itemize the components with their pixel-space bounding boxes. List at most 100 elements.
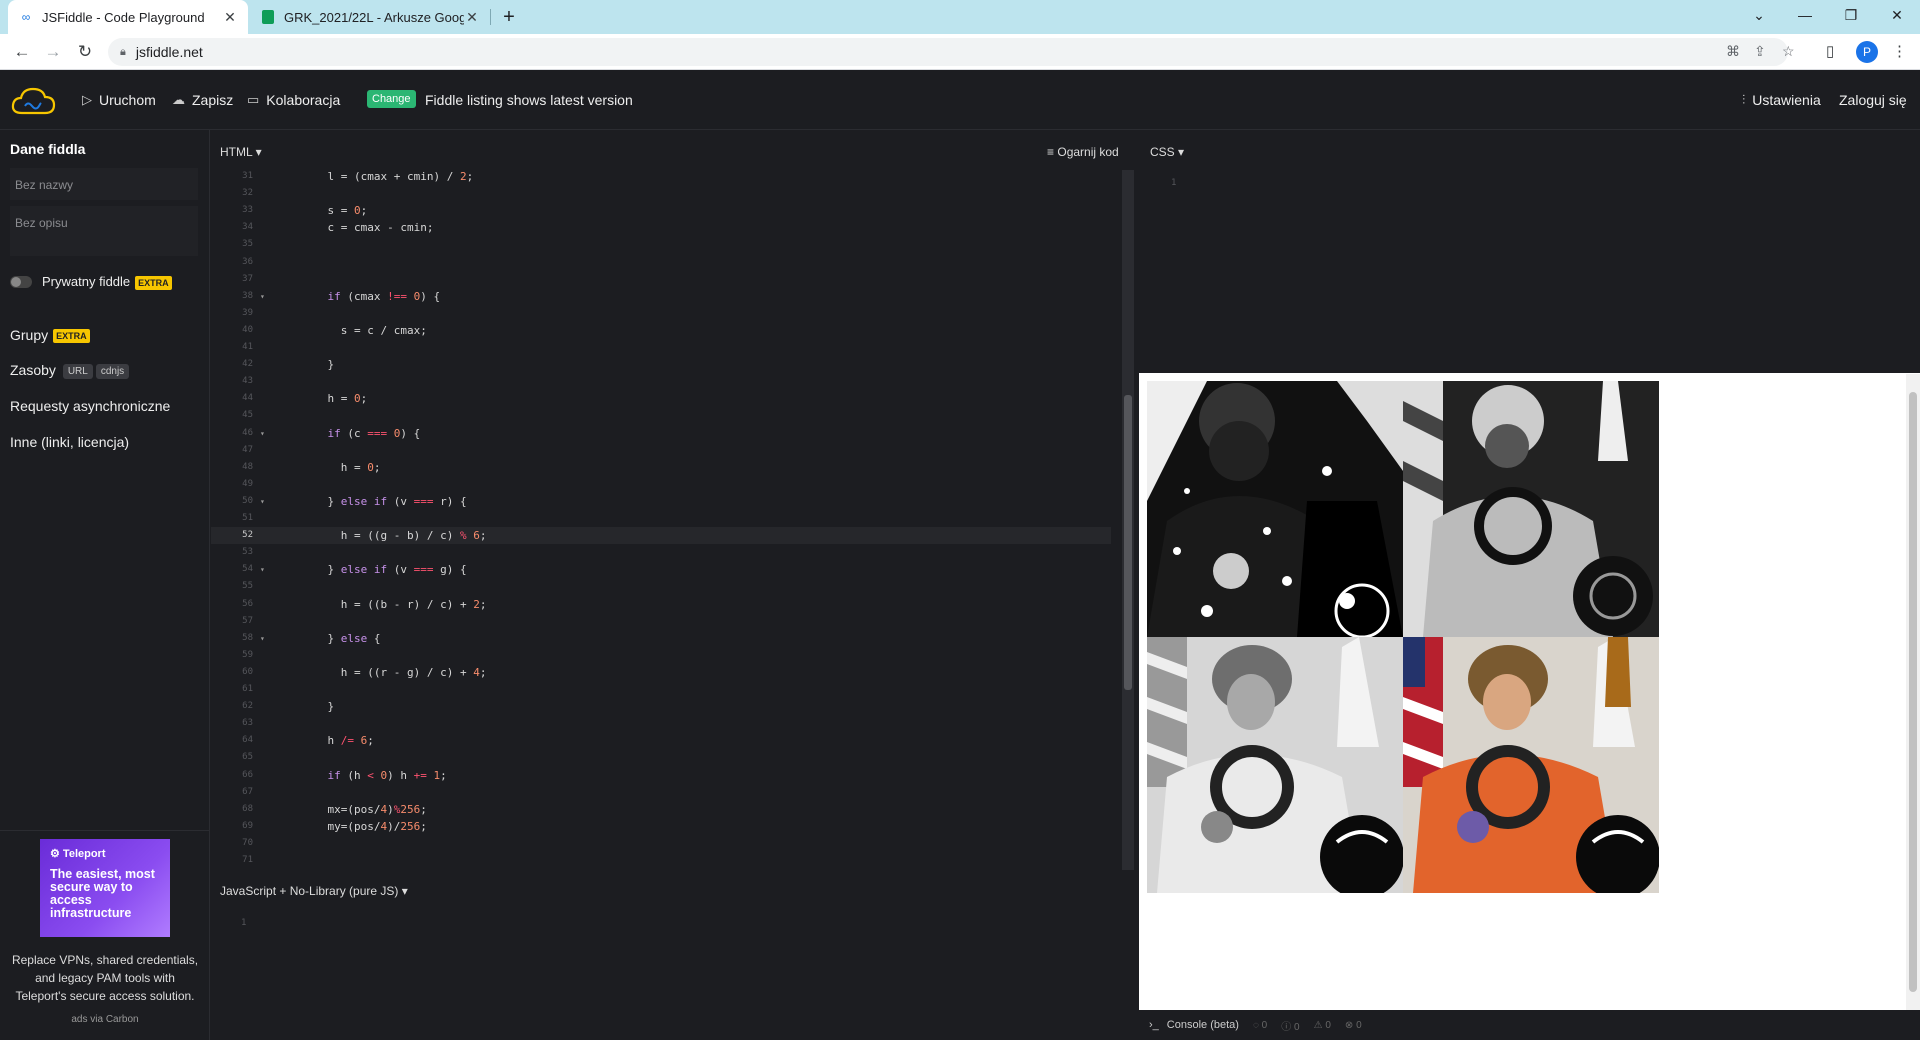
code-line[interactable]: 46 ▾ if (c === 0) {	[211, 425, 1111, 442]
fold-icon[interactable]: ▾	[260, 630, 265, 647]
code-line[interactable]: 61	[211, 681, 1111, 698]
code-line[interactable]: 60 h = ((r - g) / c) + 4;	[211, 664, 1111, 681]
code-line[interactable]: 33 s = 0;	[211, 202, 1111, 219]
code-line[interactable]: 51	[211, 510, 1111, 527]
console-bar[interactable]: ›_ Console (beta) ◌ 0 ⓘ 0 ⚠ 0 ⊗ 0	[1139, 1010, 1920, 1040]
code-line[interactable]: 63	[211, 715, 1111, 732]
code-line[interactable]: 52 h = ((g - b) / c) % 6;	[211, 527, 1111, 545]
code-line[interactable]: 42 }	[211, 356, 1111, 373]
scrollbar-thumb[interactable]	[1909, 392, 1917, 992]
reload-icon[interactable]: ↻	[73, 40, 97, 64]
code-line[interactable]: 49	[211, 476, 1111, 493]
url-tag[interactable]: URL	[62, 363, 93, 379]
groups-label: Grupy	[10, 327, 49, 343]
star-icon[interactable]: ☆	[1782, 43, 1795, 60]
code-line[interactable]: 66 if (h < 0) h += 1;	[211, 767, 1111, 784]
fiddle-description-input[interactable]: Bez opisu	[10, 206, 198, 256]
html-editor[interactable]: 31 l = (cmax + cmin) / 2; 32 33 s = 0; 34 c…	[211, 168, 1122, 870]
code-line[interactable]: 58 ▾ } else {	[211, 630, 1111, 647]
editor-scrollbar[interactable]	[1122, 170, 1134, 870]
code-line[interactable]: 35	[211, 236, 1111, 253]
code-line[interactable]: 38 ▾ if (cmax !== 0) {	[211, 288, 1111, 305]
close-icon[interactable]: ✕	[222, 9, 238, 26]
fold-icon[interactable]: ▾	[260, 425, 265, 442]
code-line[interactable]: 44 h = 0;	[211, 390, 1111, 407]
fold-icon[interactable]: ▾	[260, 561, 265, 578]
html-pane-selector[interactable]: HTML ▾	[220, 145, 262, 159]
sidebar-item-other[interactable]: Inne (linki, licencja)	[10, 434, 129, 450]
back-icon[interactable]: ←	[10, 40, 34, 64]
code-line[interactable]: 57	[211, 613, 1111, 630]
forward-icon[interactable]: →	[41, 40, 65, 64]
css-pane-selector[interactable]: CSS ▾	[1150, 145, 1184, 159]
address-bar[interactable]: 🔒︎ jsfiddle.net ⌘ ⇪ ☆	[108, 38, 1795, 66]
code-line[interactable]: 36	[211, 254, 1111, 271]
ad-body[interactable]: Replace VPNs, shared credentials, and le…	[10, 951, 200, 1005]
save-button[interactable]: ☁ Zapisz	[172, 92, 233, 108]
code-line[interactable]: 37	[211, 271, 1111, 288]
restore-button[interactable]: ❐	[1828, 0, 1874, 30]
carbon-ad[interactable]: ⚙ Teleport The easiest, most secure way …	[0, 830, 210, 1040]
cdnjs-tag[interactable]: cdnjs	[95, 363, 130, 379]
tidy-button[interactable]: ≡ Ogarnij kod	[1047, 145, 1119, 159]
new-tab-button[interactable]: +	[496, 4, 522, 30]
ad-image[interactable]: ⚙ Teleport The easiest, most secure way …	[40, 839, 170, 937]
code-line[interactable]: 39	[211, 305, 1111, 322]
scrollbar-thumb[interactable]	[1124, 395, 1132, 690]
login-button[interactable]: Zaloguj się	[1839, 92, 1907, 108]
code-line[interactable]: 45	[211, 407, 1111, 424]
code-line[interactable]: 71	[211, 852, 1111, 869]
jsfiddle-logo[interactable]	[10, 85, 56, 117]
fiddle-name-input[interactable]: Bez nazwy	[10, 168, 198, 200]
sidebar-item-resources[interactable]: Zasoby URL cdnjs	[10, 362, 130, 379]
menu-dots-icon[interactable]: ⋮	[1892, 42, 1907, 60]
js-pane-selector[interactable]: JavaScript + No-Library (pure JS) ▾	[220, 884, 408, 898]
js-editor[interactable]: 1	[211, 910, 1131, 1040]
code-line[interactable]: 31 l = (cmax + cmin) / 2;	[211, 168, 1111, 185]
tab-sheets[interactable]: GRK_2021/22L - Arkusze Google ✕	[250, 0, 490, 34]
settings-button[interactable]: ⫶ Ustawienia	[1742, 92, 1821, 108]
fold-icon[interactable]: ▾	[260, 493, 265, 510]
code-line[interactable]: 34 c = cmax - cmin;	[211, 219, 1111, 236]
code-line[interactable]: 67	[211, 784, 1111, 801]
profile-avatar[interactable]: P	[1856, 41, 1878, 63]
share-icon[interactable]: ⇪	[1754, 43, 1766, 60]
change-badge[interactable]: Change	[367, 90, 416, 108]
collaborate-button[interactable]: ▭ Kolaboracja	[247, 92, 340, 108]
close-window-button[interactable]: ✕	[1874, 0, 1920, 30]
result-scrollbar[interactable]	[1906, 374, 1920, 1010]
sidebar-item-async[interactable]: Requesty asynchroniczne	[10, 398, 170, 414]
code-line[interactable]: 65	[211, 749, 1111, 766]
code-line[interactable]: 54 ▾ } else if (v === g) {	[211, 561, 1111, 578]
code-line[interactable]: 43	[211, 373, 1111, 390]
private-toggle[interactable]	[10, 276, 32, 288]
code-line[interactable]: 50 ▾ } else if (v === r) {	[211, 493, 1111, 510]
close-icon[interactable]: ✕	[464, 9, 480, 26]
code-line[interactable]: 32	[211, 185, 1111, 202]
code-line[interactable]: 55	[211, 578, 1111, 595]
run-button[interactable]: ▷ Uruchom	[82, 92, 156, 108]
code-line[interactable]: 53	[211, 544, 1111, 561]
code-line[interactable]: 64 h /= 6;	[211, 732, 1111, 749]
sidebar-item-groups[interactable]: Grupy EXTRA	[10, 327, 90, 344]
code-line[interactable]: 62 }	[211, 698, 1111, 715]
line-number: 70	[242, 837, 253, 848]
code-line[interactable]: 70	[211, 835, 1111, 852]
minimize-button[interactable]: —	[1782, 0, 1828, 30]
code-line[interactable]: 41	[211, 339, 1111, 356]
side-panel-icon[interactable]: ▯	[1826, 42, 1834, 60]
translate-icon[interactable]: ⌘	[1726, 43, 1740, 60]
fold-icon[interactable]: ▾	[260, 288, 265, 305]
tab-jsfiddle[interactable]: ∞ JSFiddle - Code Playground ✕	[8, 0, 248, 34]
code-line[interactable]: 69 my=(pos/4)/256;	[211, 818, 1111, 835]
line-number: 37	[242, 273, 253, 284]
code-line[interactable]: 59	[211, 647, 1111, 664]
result-frame[interactable]	[1139, 373, 1920, 1010]
code-line[interactable]: 56 h = ((b - r) / c) + 2;	[211, 596, 1111, 613]
code-line[interactable]: 47	[211, 442, 1111, 459]
code-line[interactable]: 40 s = c / cmax;	[211, 322, 1111, 339]
code-line[interactable]: 48 h = 0;	[211, 459, 1111, 476]
ad-via[interactable]: ads via Carbon	[0, 1014, 210, 1025]
code-line[interactable]: 68 mx=(pos/4)%256;	[211, 801, 1111, 818]
tab-search-icon[interactable]: ⌄	[1736, 0, 1782, 30]
